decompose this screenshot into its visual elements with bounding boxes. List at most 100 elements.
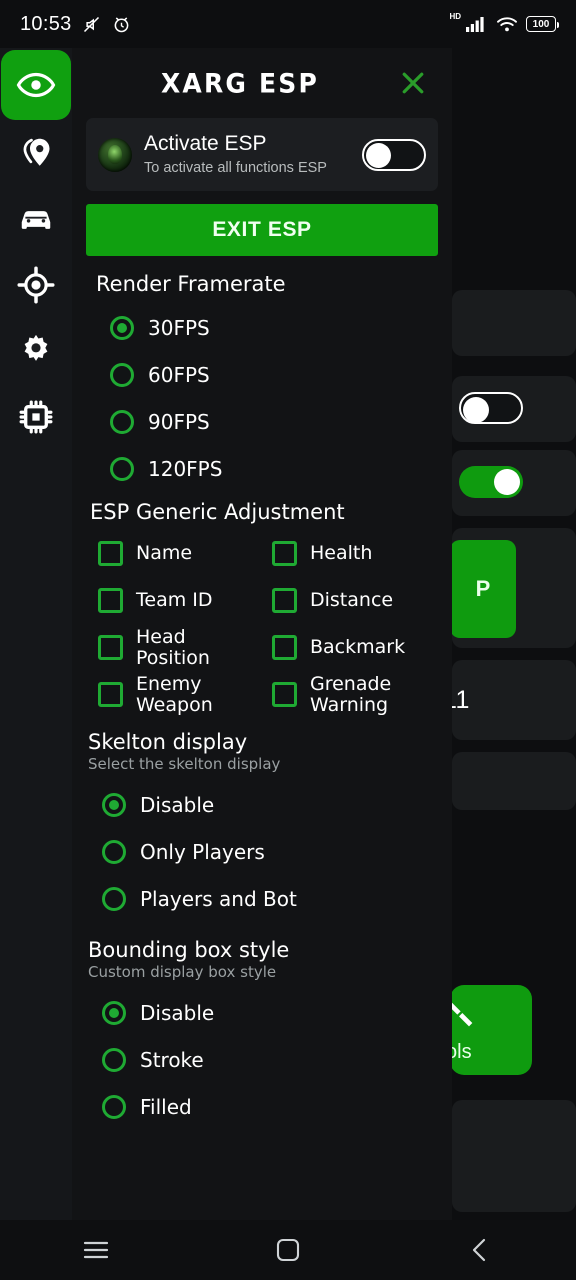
nav-recents-button[interactable] — [56, 1227, 136, 1273]
checkbox-label: Head Position — [136, 625, 210, 669]
nav-home-button[interactable] — [248, 1227, 328, 1273]
radio-label: Stroke — [140, 1047, 204, 1072]
radio-90fps[interactable]: 90FPS — [96, 398, 438, 445]
cpu-chip-icon — [19, 400, 53, 434]
crosshair-target-icon — [17, 266, 55, 304]
radio-skelton-only-players[interactable]: Only Players — [88, 828, 438, 875]
mute-icon — [83, 16, 99, 32]
render-framerate-heading: Render Framerate — [96, 272, 286, 297]
radio-indicator — [102, 792, 126, 817]
app-avatar-icon — [98, 137, 132, 172]
bounding-box-heading: Bounding box style — [88, 938, 290, 963]
menu-lines-icon — [83, 1241, 109, 1259]
radio-skelton-disable[interactable]: Disable — [88, 781, 438, 828]
panel-body: Activate ESP To activate all functions E… — [72, 118, 452, 1130]
radio-skelton-players-and-bot[interactable]: Players and Bot — [88, 875, 438, 922]
bounding-box-style-section: Bounding box style Custom display box st… — [86, 938, 438, 1130]
skelton-display-options: Disable Only Players Players and Bot — [88, 781, 438, 922]
sidebar-item-location[interactable] — [0, 120, 72, 186]
checkbox-distance[interactable]: Distance — [272, 577, 438, 624]
background-toggle-on[interactable] — [459, 466, 523, 498]
radio-indicator — [110, 456, 134, 481]
network-type-label: HD — [449, 12, 461, 21]
sidebar-item-aim[interactable] — [0, 252, 72, 318]
radio-indicator — [110, 315, 134, 340]
page-title: XARG ESP — [160, 67, 320, 99]
radio-indicator — [102, 839, 126, 864]
background-card — [452, 660, 576, 740]
sidebar-item-memory[interactable] — [0, 384, 72, 450]
radio-60fps[interactable]: 60FPS — [96, 351, 438, 398]
skelton-display-subtitle: Select the skelton display — [88, 755, 281, 774]
status-clock: 10:53 — [20, 12, 72, 35]
eye-toggle-button[interactable] — [1, 50, 71, 120]
checkbox-indicator — [272, 588, 297, 614]
checkbox-team-id[interactable]: Team ID — [98, 577, 264, 624]
radio-box-filled[interactable]: Filled — [88, 1083, 438, 1130]
close-button[interactable] — [396, 66, 430, 100]
exit-esp-button[interactable]: EXIT ESP — [86, 204, 438, 257]
square-icon — [276, 1238, 300, 1262]
radio-label: Players and Bot — [140, 886, 297, 911]
background-tools-tile[interactable]: ols — [446, 985, 532, 1075]
radio-indicator — [102, 1000, 126, 1025]
render-framerate-section: Render Framerate 30FPS 60FPS 90FPS 120FP… — [86, 272, 438, 492]
activate-esp-text: Activate ESP To activate all functions E… — [144, 132, 350, 177]
eye-icon — [16, 72, 56, 98]
sidebar-item-vehicle[interactable] — [0, 186, 72, 252]
checkbox-label: Name — [136, 542, 193, 565]
checkbox-health[interactable]: Health — [272, 530, 438, 577]
location-pin-icon — [23, 138, 50, 166]
close-icon — [402, 72, 424, 94]
alarm-icon — [114, 16, 128, 32]
radio-indicator — [102, 1094, 126, 1119]
sidebar — [0, 48, 72, 1220]
gear-icon — [24, 334, 48, 361]
status-bar: 10:53 HD 100 — [0, 0, 576, 48]
battery-icon: 100 — [526, 16, 559, 32]
esp-generic-checkbox-grid: Name Health Team ID Distance Head Positi… — [88, 530, 438, 718]
radio-label: Disable — [140, 792, 215, 817]
skelton-display-heading: Skelton display — [88, 730, 248, 755]
checkbox-enemy-weapon[interactable]: Enemy Weapon — [98, 671, 264, 718]
background-card — [452, 290, 576, 356]
activate-esp-card[interactable]: Activate ESP To activate all functions E… — [86, 118, 438, 192]
nav-back-button[interactable] — [440, 1227, 520, 1273]
activate-esp-toggle[interactable] — [362, 138, 426, 171]
panel-header: XARG ESP — [72, 48, 452, 118]
background-card — [452, 1100, 576, 1212]
checkbox-label: Distance — [310, 589, 394, 612]
checkbox-head-position[interactable]: Head Position — [98, 624, 264, 671]
car-icon — [21, 211, 51, 229]
toggle-knob — [366, 142, 391, 168]
bounding-box-subtitle: Custom display box style — [88, 963, 277, 982]
checkbox-indicator — [272, 682, 297, 708]
bounding-box-options: Disable Stroke Filled — [88, 989, 438, 1130]
background-green-button[interactable]: P — [450, 540, 516, 638]
radio-label: 30FPS — [148, 315, 210, 340]
radio-120fps[interactable]: 120FPS — [96, 445, 438, 492]
checkbox-backmark[interactable]: Backmark — [272, 624, 438, 671]
esp-settings-panel: XARG ESP Activate ESP To activate all fu… — [72, 48, 452, 1220]
sidebar-item-settings[interactable] — [0, 318, 72, 384]
toggle-knob — [494, 469, 520, 495]
cellular-signal-icon — [466, 17, 484, 32]
checkbox-name[interactable]: Name — [98, 530, 264, 577]
radio-box-stroke[interactable]: Stroke — [88, 1036, 438, 1083]
system-nav-bar — [0, 1220, 576, 1280]
esp-generic-heading: ESP Generic Adjustment — [90, 500, 345, 525]
battery-percent: 100 — [532, 18, 550, 30]
radio-indicator — [102, 886, 126, 911]
toggle-knob — [463, 397, 489, 423]
activate-esp-subtitle: To activate all functions ESP — [144, 160, 327, 177]
checkbox-indicator — [98, 541, 123, 567]
skelton-display-section: Skelton display Select the skelton displ… — [86, 730, 438, 922]
checkbox-grenade-warning[interactable]: Grenade Warning — [272, 671, 438, 718]
checkbox-indicator — [98, 682, 123, 708]
checkbox-indicator — [98, 588, 123, 614]
background-toggle-off[interactable] — [459, 392, 523, 424]
chevron-left-icon — [472, 1238, 486, 1262]
radio-30fps[interactable]: 30FPS — [96, 304, 438, 351]
checkbox-indicator — [272, 635, 297, 661]
radio-box-disable[interactable]: Disable — [88, 989, 438, 1036]
